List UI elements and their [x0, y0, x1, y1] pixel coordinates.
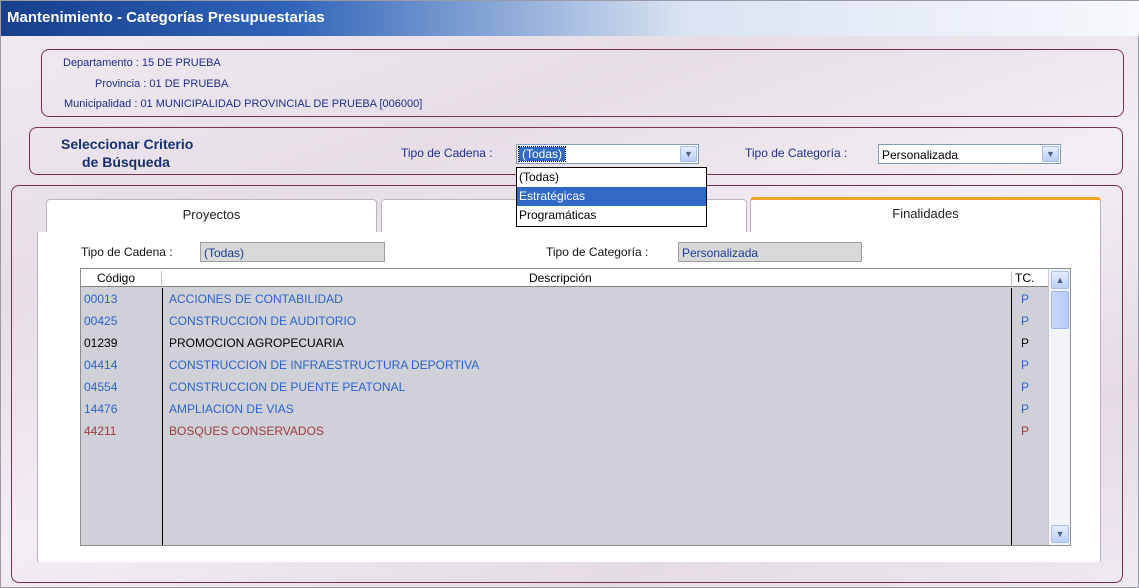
results-table[interactable]: Código Descripción TC. 00013 ACCIONES DE … — [80, 268, 1071, 546]
tipo-cadena-selected: (Todas) — [517, 146, 567, 162]
table-row[interactable]: 00013 ACCIONES DE CONTABILIDAD P — [81, 288, 1048, 310]
col-header-tc[interactable]: TC. — [1015, 271, 1034, 285]
filter-tipo-categoria-label: Tipo de Categoría : — [546, 245, 649, 259]
tab-finalidades-label: Finalidades — [892, 206, 959, 221]
tipo-categoria-selected: Personalizada — [882, 148, 959, 162]
table-row[interactable]: 01239 PROMOCION AGROPECUARIA P — [81, 332, 1048, 354]
main-window: Mantenimiento - Categorías Presupuestari… — [0, 0, 1139, 588]
cell-codigo: 00425 — [84, 314, 118, 328]
table-row[interactable]: 44211 BOSQUES CONSERVADOS P — [81, 420, 1048, 442]
search-criteria-title: Seleccionar Criterio de Búsqueda — [61, 135, 193, 171]
cell-codigo: 44211 — [84, 424, 117, 438]
cell-tc: P — [1021, 402, 1030, 416]
tipo-cadena-label: Tipo de Cadena : — [401, 146, 493, 160]
departamento-label: Departamento : — [63, 57, 139, 69]
departamento-row: Departamento : 15 DE PRUEBA — [63, 57, 221, 69]
municipalidad-row: Municipalidad : 01 MUNICIPALIDAD PROVINC… — [64, 98, 422, 110]
col-header-descripcion[interactable]: Descripción — [529, 271, 592, 285]
cell-descripcion: CONSTRUCCION DE AUDITORIO — [169, 314, 357, 328]
tipo-cadena-dropdown-list[interactable]: (Todas) Estratégicas Programáticas — [516, 167, 707, 227]
tab-proyectos[interactable]: Proyectos — [46, 199, 377, 233]
cell-descripcion: CONSTRUCCION DE INFRAESTRUCTURA DEPORTIV… — [169, 358, 480, 372]
cell-tc: P — [1021, 314, 1030, 328]
tab-finalidades[interactable]: Finalidades — [750, 197, 1101, 233]
cell-descripcion: ACCIONES DE CONTABILIDAD — [169, 292, 343, 306]
chevron-down-icon[interactable]: ▼ — [680, 146, 697, 162]
filter-tipo-cadena-field: (Todas) — [200, 242, 385, 262]
municipalidad-value: 01 MUNICIPALIDAD PROVINCIAL DE PRUEBA [0… — [140, 98, 423, 110]
tipo-cadena-select[interactable]: (Todas) ▼ — [516, 144, 699, 164]
provincia-row: Provincia : 01 DE PRUEBA — [95, 78, 228, 90]
tipo-categoria-label: Tipo de Categoría : — [745, 146, 848, 160]
window-title: Mantenimiento - Categorías Presupuestari… — [7, 9, 325, 26]
cell-codigo: 14476 — [84, 402, 118, 416]
col-header-codigo[interactable]: Código — [97, 271, 135, 285]
table-row[interactable]: 04554 CONSTRUCCION DE PUENTE PEATONAL P — [81, 376, 1048, 398]
header-divider — [161, 271, 162, 285]
cell-tc: P — [1021, 424, 1030, 438]
chevron-up-icon[interactable]: ▲ — [1051, 271, 1069, 289]
header-divider — [1011, 271, 1012, 285]
filter-tipo-categoria-field: Personalizada — [678, 242, 862, 262]
municipalidad-label: Municipalidad : — [64, 98, 138, 110]
cell-tc: P — [1021, 358, 1030, 372]
dropdown-option-todas[interactable]: (Todas) — [517, 168, 706, 187]
cell-codigo: 04414 — [84, 358, 118, 372]
chevron-down-icon[interactable]: ▼ — [1051, 525, 1069, 543]
cell-descripcion: PROMOCION AGROPECUARIA — [169, 336, 344, 350]
cell-descripcion: AMPLIACION DE VIAS — [169, 402, 294, 416]
cell-codigo: 01239 — [84, 336, 118, 350]
table-header: Código Descripción TC. — [81, 269, 1048, 287]
search-criteria-title-line2: de Búsqueda — [82, 154, 170, 170]
dropdown-option-estrategicas[interactable]: Estratégicas — [517, 187, 706, 206]
vertical-scrollbar[interactable]: ▲ ▼ — [1048, 269, 1070, 545]
provincia-label: Provincia : — [95, 78, 147, 90]
dropdown-option-programaticas[interactable]: Programáticas — [517, 206, 706, 225]
title-bar: Mantenimiento - Categorías Presupuestari… — [1, 1, 1139, 36]
filter-tipo-cadena-label: Tipo de Cadena : — [81, 245, 173, 259]
departamento-value: 15 DE PRUEBA — [141, 57, 221, 69]
table-row[interactable]: 04414 CONSTRUCCION DE INFRAESTRUCTURA DEP… — [81, 354, 1048, 376]
cell-codigo: 04554 — [84, 380, 118, 394]
table-row[interactable]: 00425 CONSTRUCCION DE AUDITORIO P — [81, 310, 1048, 332]
cell-descripcion: BOSQUES CONSERVADOS — [169, 424, 324, 438]
tab-proyectos-label: Proyectos — [182, 207, 241, 222]
cell-tc: P — [1021, 336, 1030, 350]
cell-tc: P — [1021, 292, 1030, 306]
table-row[interactable]: 14476 AMPLIACION DE VIAS P — [81, 398, 1048, 420]
chevron-down-icon[interactable]: ▼ — [1042, 146, 1059, 162]
search-criteria-title-line1: Seleccionar Criterio — [61, 136, 194, 152]
cell-descripcion: CONSTRUCCION DE PUENTE PEATONAL — [169, 380, 406, 394]
cell-tc: P — [1021, 380, 1030, 394]
scrollbar-thumb[interactable] — [1051, 291, 1069, 329]
cell-codigo: 00013 — [84, 292, 118, 306]
tipo-categoria-select[interactable]: Personalizada ▼ — [878, 144, 1061, 164]
provincia-value: 01 DE PRUEBA — [149, 78, 229, 90]
